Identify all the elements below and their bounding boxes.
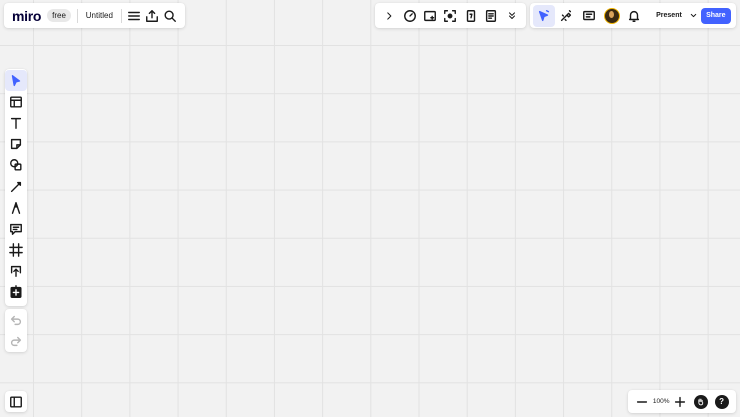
- upload-add-icon[interactable]: [5, 261, 27, 282]
- select-icon[interactable]: [5, 70, 27, 92]
- pen-line-icon[interactable]: [5, 176, 27, 197]
- pen-icon[interactable]: [5, 197, 27, 218]
- present-dropdown-chevron-icon[interactable]: [687, 5, 701, 27]
- search-icon[interactable]: [161, 5, 179, 27]
- divider: [76, 8, 78, 23]
- upload-icon[interactable]: [143, 5, 161, 27]
- frame-icon[interactable]: [5, 240, 27, 261]
- cursor-follow-icon[interactable]: [533, 4, 555, 27]
- divider: [120, 8, 122, 23]
- present-button[interactable]: Present: [651, 5, 687, 27]
- hand-circle: [693, 394, 708, 409]
- text-icon[interactable]: [5, 112, 27, 133]
- templates-icon[interactable]: [5, 91, 27, 112]
- creation-toolbar: [5, 69, 27, 306]
- hand-icon[interactable]: [690, 391, 711, 413]
- share-label: Share: [706, 12, 726, 19]
- notes-icon[interactable]: [481, 5, 501, 27]
- history-panel: [5, 309, 27, 352]
- present-label: Present: [656, 12, 682, 19]
- help-icon: ?: [714, 394, 729, 409]
- plan-badge[interactable]: free: [47, 9, 71, 22]
- card-icon[interactable]: [461, 5, 481, 27]
- miro-logo[interactable]: miro: [12, 8, 41, 24]
- zoom-in-icon[interactable]: [669, 391, 690, 413]
- reactions-icon[interactable]: [556, 5, 578, 27]
- double-chevron-down-icon[interactable]: [502, 5, 522, 27]
- zoom-level[interactable]: 100%: [653, 398, 670, 405]
- sidebar-toggle-icon[interactable]: [5, 391, 27, 413]
- bell-icon[interactable]: [624, 5, 646, 27]
- focus-icon[interactable]: [440, 5, 460, 27]
- undo-icon[interactable]: [5, 309, 27, 331]
- panels-toggle: [5, 391, 27, 412]
- plus-square-icon[interactable]: [5, 282, 27, 303]
- user-avatar: [603, 7, 620, 24]
- collaboration-panel: Present Share: [530, 3, 736, 28]
- help-button[interactable]: ?: [711, 391, 732, 413]
- sticky-add-icon[interactable]: [420, 5, 440, 27]
- board-header-panel: miro free Untitled: [4, 3, 185, 28]
- zoom-out-icon[interactable]: [632, 391, 653, 413]
- shapes-icon[interactable]: [5, 155, 27, 176]
- board-title[interactable]: Untitled: [86, 11, 113, 20]
- sticky-note-icon[interactable]: [5, 134, 27, 155]
- comments-icon[interactable]: [578, 5, 600, 27]
- chevron-right-icon[interactable]: [379, 5, 399, 27]
- redo-icon[interactable]: [5, 331, 27, 353]
- menu-icon[interactable]: [125, 5, 143, 27]
- comment-icon[interactable]: [5, 218, 27, 239]
- board-tools-panel: [375, 3, 526, 28]
- zoom-panel: 100% ?: [628, 390, 736, 413]
- share-button[interactable]: Share: [700, 7, 732, 24]
- avatar[interactable]: [601, 5, 623, 27]
- timer-icon[interactable]: [399, 5, 419, 27]
